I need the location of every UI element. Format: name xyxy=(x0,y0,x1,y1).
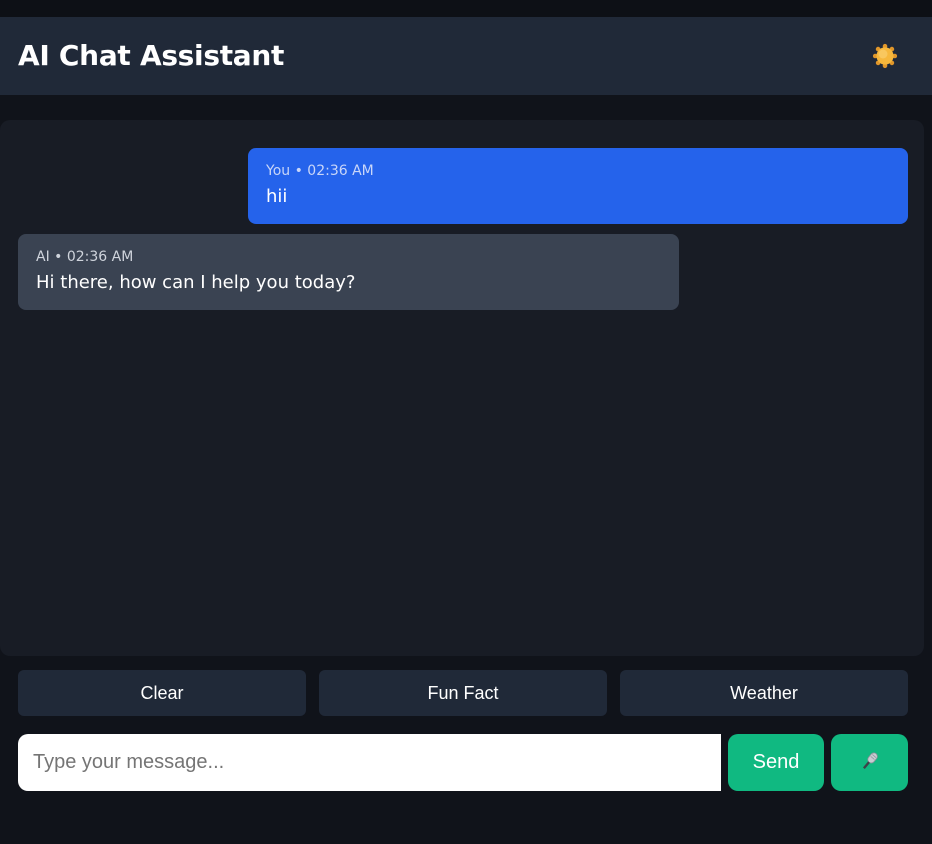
weather-button[interactable]: Weather xyxy=(620,670,908,716)
message-input-container xyxy=(18,734,721,791)
sun-icon xyxy=(872,43,898,73)
send-button[interactable]: Send xyxy=(728,734,824,791)
top-strip xyxy=(0,0,932,17)
microphone-button[interactable] xyxy=(831,734,908,791)
message-text: Hi there, how can I help you today? xyxy=(36,272,356,293)
user-message-bubble: You • 02:36 AM hii xyxy=(248,148,908,224)
fun-fact-button[interactable]: Fun Fact xyxy=(319,670,607,716)
microphone-icon xyxy=(859,750,881,776)
theme-toggle-button[interactable] xyxy=(869,43,901,73)
message-meta: AI • 02:36 AM xyxy=(36,249,134,265)
message-text: hii xyxy=(266,186,288,207)
ai-message-bubble: AI • 02:36 AM Hi there, how can I help y… xyxy=(18,234,679,310)
message-meta: You • 02:36 AM xyxy=(266,163,374,179)
message-input[interactable] xyxy=(33,734,713,791)
app-header: AI Chat Assistant xyxy=(0,17,932,95)
app-title: AI Chat Assistant xyxy=(18,39,285,72)
clear-button[interactable]: Clear xyxy=(18,670,306,716)
chat-messages-panel[interactable]: You • 02:36 AM hii AI • 02:36 AM Hi ther… xyxy=(0,120,924,656)
